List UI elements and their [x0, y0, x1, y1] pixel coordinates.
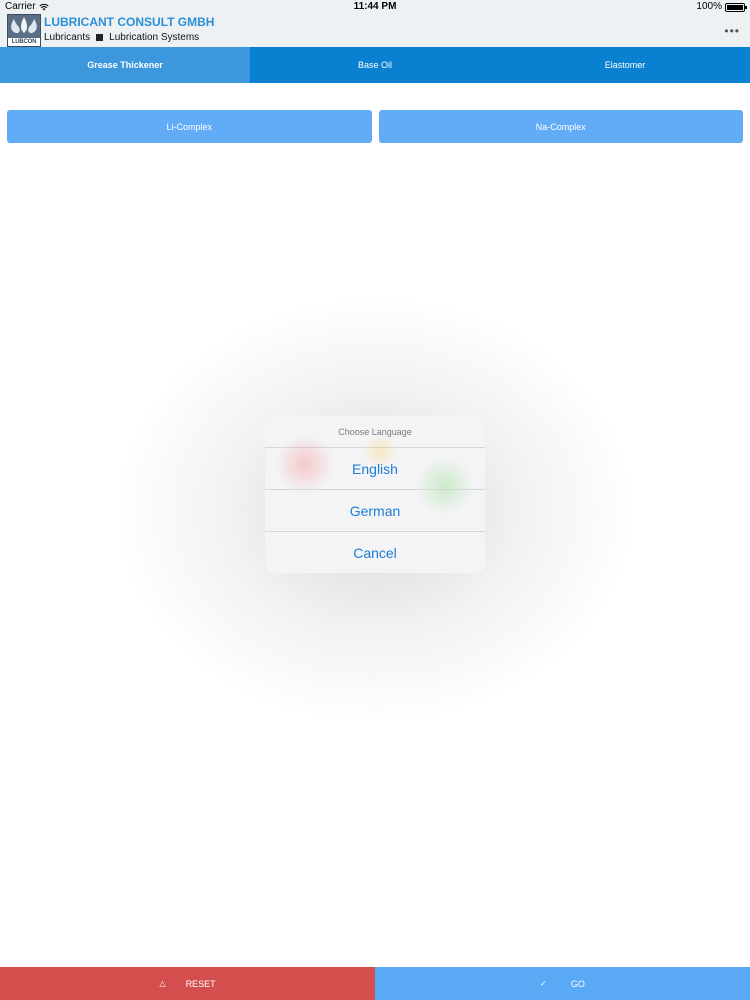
- reset-button[interactable]: △ RESET: [0, 967, 375, 1000]
- tab-grease-thickener[interactable]: Grease Thickener: [0, 47, 250, 83]
- english-option[interactable]: English: [265, 448, 485, 490]
- subline-lubrication-systems: Lubrication Systems: [109, 32, 200, 43]
- logo-drops-icon: [11, 17, 37, 34]
- lubcon-logo: LUBCON: [7, 14, 41, 47]
- tab-elastomer[interactable]: Elastomer: [500, 47, 750, 83]
- status-time: 11:44 PM: [353, 1, 397, 12]
- go-button[interactable]: ✓ GO: [375, 967, 750, 1000]
- thickener-options: Li-Complex Na-Complex: [7, 110, 743, 143]
- checkmark-icon: ✓: [540, 979, 547, 988]
- german-option[interactable]: German: [265, 490, 485, 532]
- company-name: LUBRICANT CONSULT GMBH: [44, 15, 215, 29]
- logo-text: LUBCON: [8, 38, 40, 46]
- tab-base-oil[interactable]: Base Oil: [250, 47, 500, 83]
- square-bullet-icon: [96, 34, 104, 41]
- go-label: GO: [570, 978, 585, 989]
- battery-fill: [727, 4, 743, 10]
- li-complex-button[interactable]: Li-Complex: [7, 110, 372, 143]
- language-dialog: Choose Language English German Cancel: [265, 416, 485, 573]
- more-options-icon[interactable]: •••: [724, 24, 740, 38]
- battery-icon: [725, 2, 747, 12]
- status-bar: Carrier 11:44 PM 100%: [0, 0, 750, 14]
- subline-lubricants: Lubricants: [44, 32, 91, 43]
- header-subline: Lubricants Lubrication Systems: [44, 32, 199, 43]
- battery-percent: 100%: [696, 1, 722, 12]
- reset-icon: △: [159, 979, 166, 988]
- status-right: 100%: [696, 0, 747, 14]
- app-header: LUBCON LUBRICANT CONSULT GMBH Lubricants…: [0, 14, 750, 47]
- tab-bar: Grease Thickener Base Oil Elastomer: [0, 47, 750, 83]
- footer-bar: △ RESET ✓ GO: [0, 967, 750, 1000]
- reset-label: RESET: [185, 978, 216, 989]
- cancel-option[interactable]: Cancel: [265, 532, 485, 573]
- na-complex-button[interactable]: Na-Complex: [378, 110, 743, 143]
